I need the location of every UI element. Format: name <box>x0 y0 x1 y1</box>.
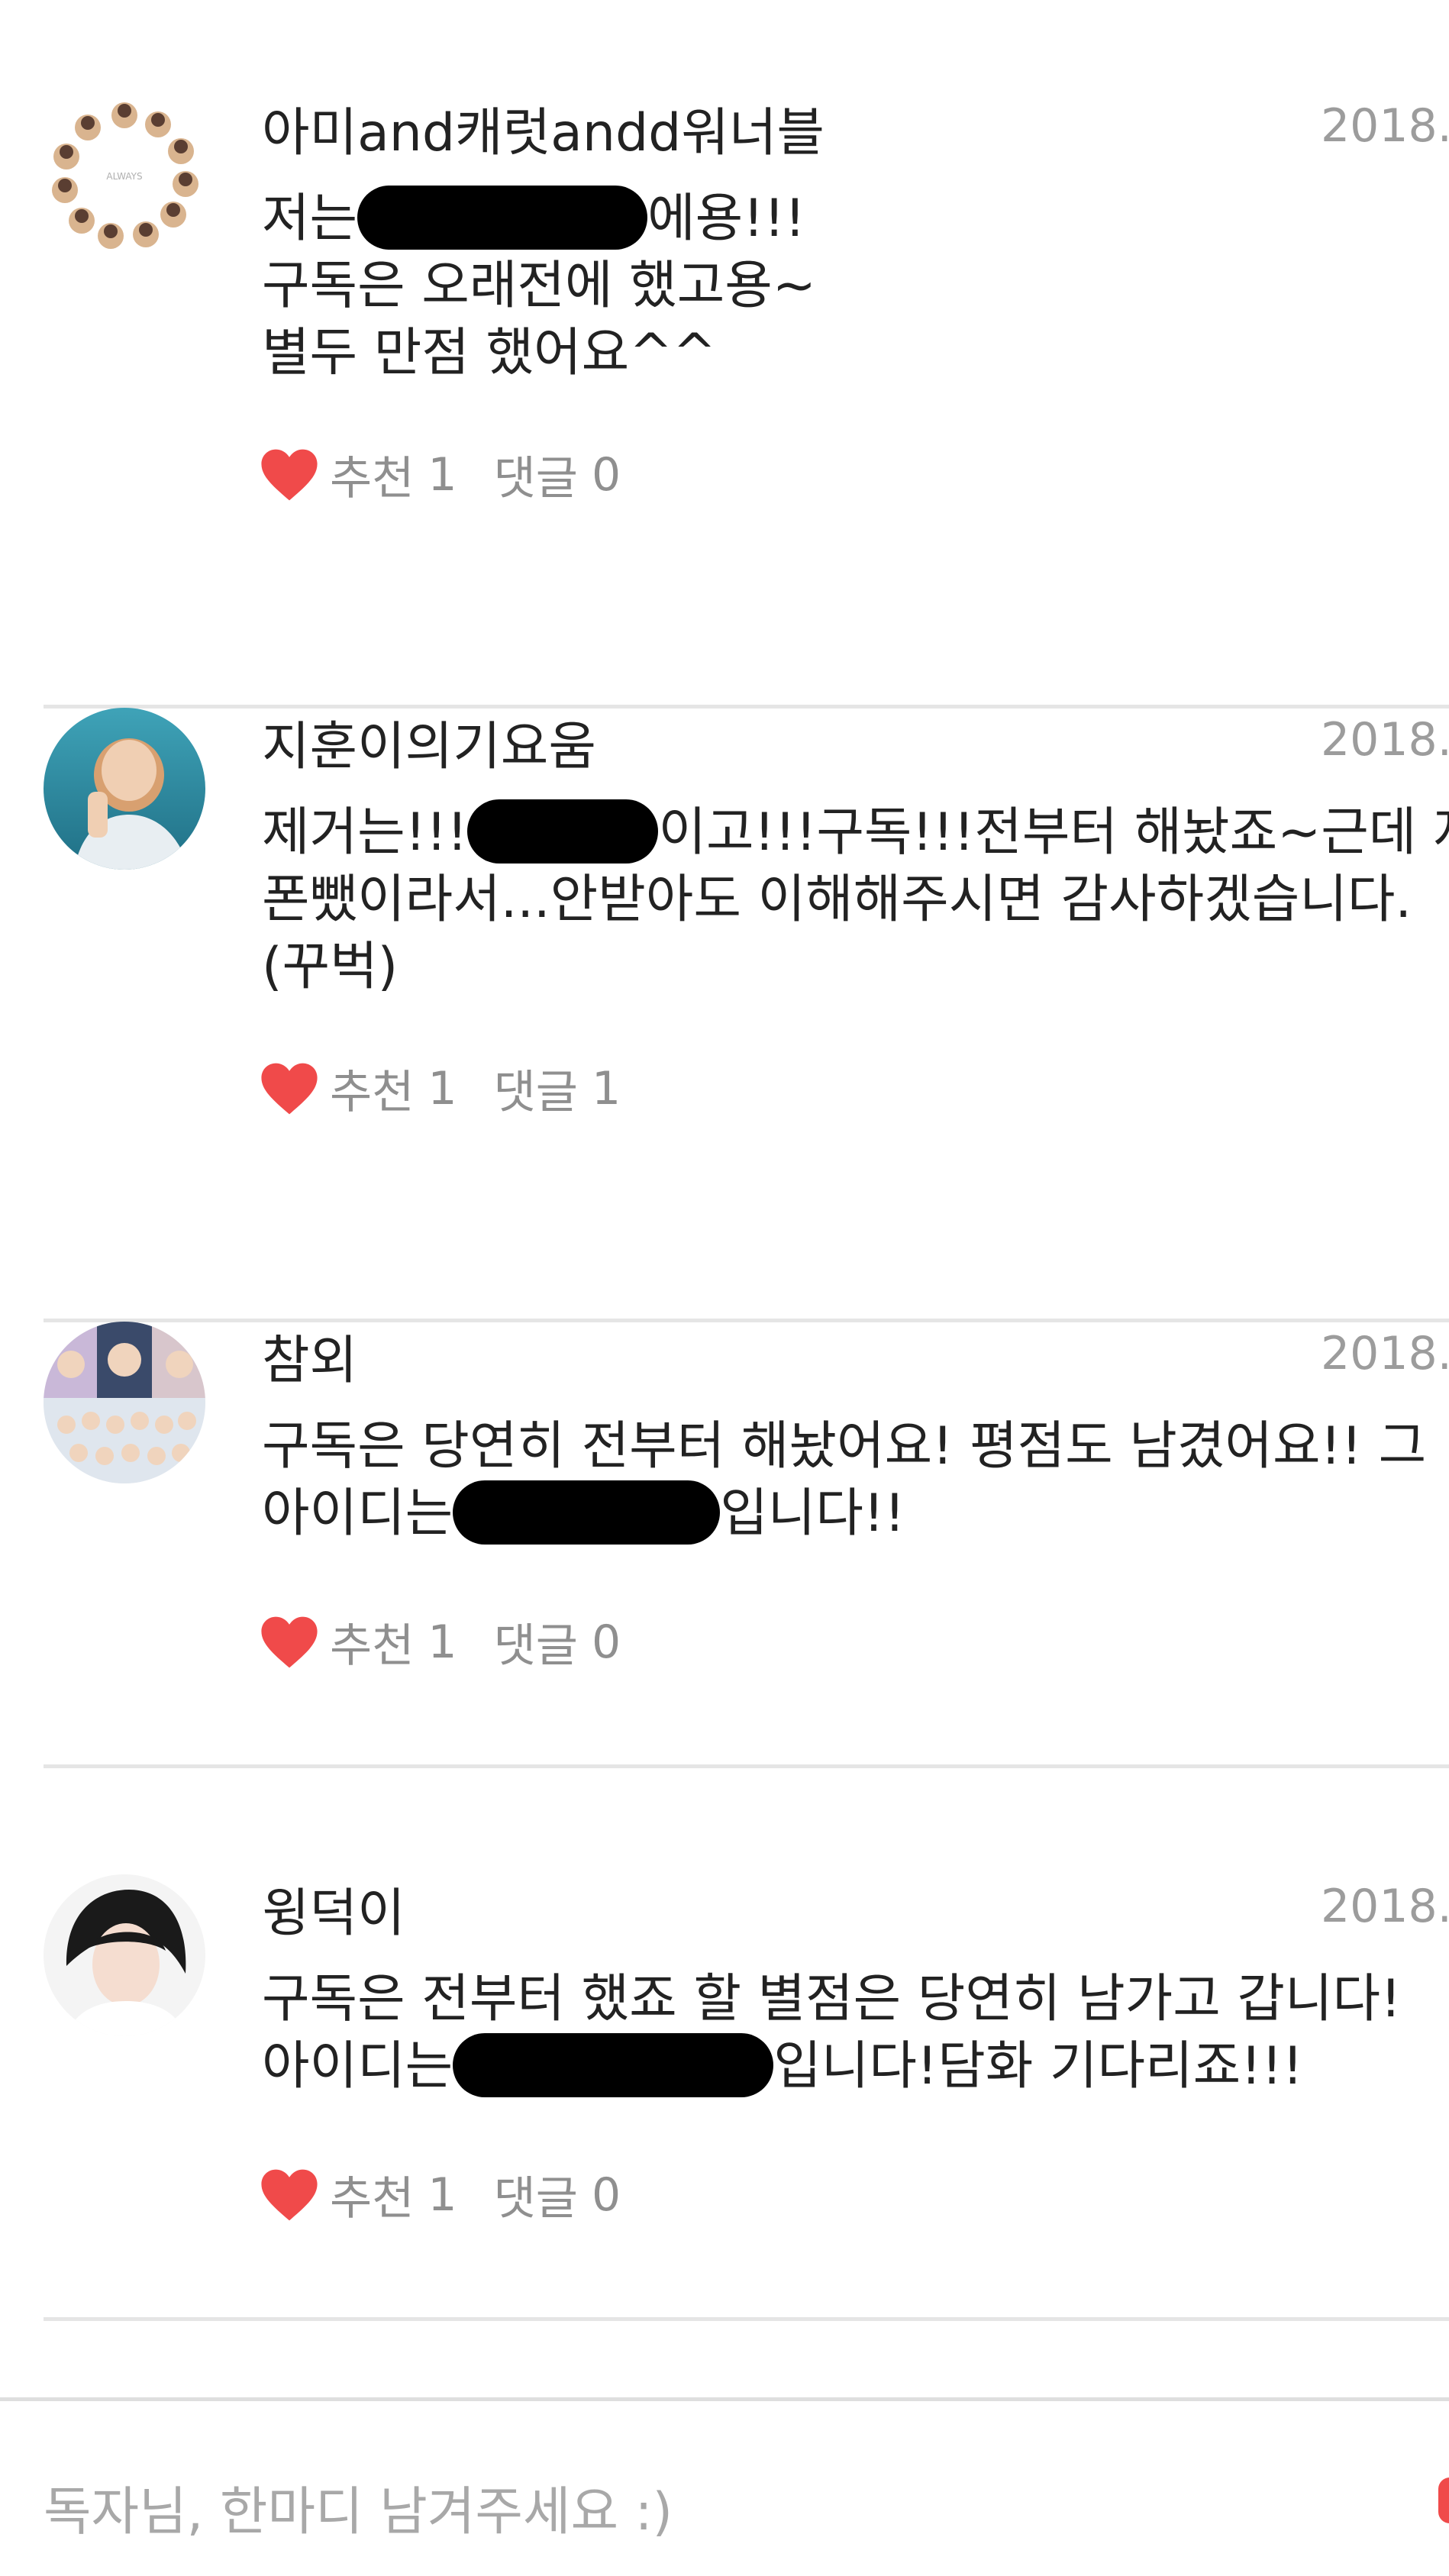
heart-icon[interactable] <box>260 448 319 502</box>
comment-actions: 추천 1 댓글 0 <box>260 1609 621 1675</box>
comment-line: 저는 에용!!! <box>262 186 816 253</box>
redacted-text <box>357 186 648 250</box>
reply-count: 1 <box>592 1061 621 1115</box>
comment-item: ALWAYS 아미and캐럿andd워너블 2018.0 저는에용!!! 구독은… <box>0 94 1449 709</box>
reply-label[interactable]: 댓글 <box>494 2161 578 2228</box>
comment-username[interactable]: 참외 <box>262 1335 357 1387</box>
redacted-text <box>467 799 659 864</box>
divider <box>44 2317 1449 2321</box>
comment-line: 아이디는 입니다!담화 기다리죠!!! <box>262 2033 1401 2100</box>
comment-line: 구독은 오래전에 했고용~ <box>262 256 816 316</box>
redacted-text <box>453 2033 774 2098</box>
user-avatar[interactable]: ALWAYS <box>44 94 205 256</box>
comment-date: 2018.0 <box>1321 713 1449 767</box>
like-count: 1 <box>428 447 457 502</box>
comment-item: 지훈이의기요움 2018.0 제거는!!!이고!!!구독!!!전부터 해놨죠~근… <box>0 708 1449 1322</box>
comment-line: 별두 만점 했어요^^ <box>262 323 717 383</box>
comment-actions: 추천 1 댓글 0 <box>260 441 621 508</box>
comment-line: 폰뺐이라서...안받아도 이해해주시면 감사하겠습니다. <box>262 870 1412 930</box>
comment-line: 구독은 전부터 했죠 할 별점은 당연히 남가고 갑니다! <box>262 1969 1402 2029</box>
heart-icon[interactable] <box>260 1616 319 1669</box>
comment-username[interactable]: 윙덕이 <box>262 1888 405 1940</box>
heart-icon[interactable] <box>260 1062 319 1115</box>
avatar-image: ALWAYS <box>44 94 205 256</box>
svg-text:ALWAYS: ALWAYS <box>106 171 142 182</box>
reply-label[interactable]: 댓글 <box>494 1055 578 1122</box>
redacted-text <box>453 1480 721 1545</box>
comment-input[interactable] <box>44 2478 1402 2546</box>
comment-actions: 추천 1 댓글 1 <box>260 1055 621 1122</box>
comment-body: 제거는!!! 이고!!!구독!!!전부터 해놨죠~근데 저 폰뺐이라서...안받아… <box>262 799 1449 1001</box>
comment-body: 구독은 전부터 했죠 할 별점은 당연히 남가고 갑니다! 아이디는 입니다!담화… <box>262 1966 1401 2100</box>
like-count: 1 <box>428 1615 457 1669</box>
comment-line: (꾸벅) <box>262 937 399 997</box>
avatar-image <box>44 708 205 870</box>
user-avatar[interactable] <box>44 1322 205 1483</box>
heart-icon[interactable] <box>260 2168 319 2222</box>
reply-count: 0 <box>592 2168 621 2222</box>
comment-username[interactable]: 아미and캐럿andd워너블 <box>262 108 825 160</box>
comment-line: 구독은 당연히 전부터 해놨어요! 평점도 남겼어요!! 그 <box>262 1416 1427 1477</box>
comment-date: 2018.0 <box>1321 99 1449 153</box>
reply-label[interactable]: 댓글 <box>494 1609 578 1675</box>
comment-item: 윙덕이 2018.0 구독은 전부터 했죠 할 별점은 당연히 남가고 갑니다!… <box>0 1874 1449 2488</box>
comment-line: 제거는!!! 이고!!!구독!!!전부터 해놨죠~근데 저 <box>262 799 1449 867</box>
comment-actions: 추천 1 댓글 0 <box>260 2161 621 2228</box>
like-label[interactable]: 추천 <box>330 1609 414 1675</box>
avatar-image <box>44 1322 205 1483</box>
comment-item: 참외 2018.0 구독은 당연히 전부터 해놨어요! 평점도 남겼어요!! 그… <box>0 1322 1449 1935</box>
like-count: 1 <box>428 2168 457 2222</box>
avatar-image <box>44 1874 205 2036</box>
like-label[interactable]: 추천 <box>330 2161 414 2228</box>
reply-count: 0 <box>592 447 621 502</box>
comment-body: 저는 에용!!! 구독은 오래전에 했고용~ 별두 만점 했어요^^ <box>262 186 816 387</box>
user-avatar[interactable] <box>44 1874 205 2036</box>
send-icon[interactable] <box>1438 2478 1449 2523</box>
comment-input-bar <box>0 2397 1449 2576</box>
like-label[interactable]: 추천 <box>330 1055 414 1122</box>
reply-label[interactable]: 댓글 <box>494 441 578 508</box>
divider <box>44 1764 1449 1768</box>
comment-page: ALWAYS 아미and캐럿andd워너블 2018.0 저는에용!!! 구독은… <box>0 0 1449 2576</box>
comment-username[interactable]: 지훈이의기요움 <box>262 721 596 773</box>
user-avatar[interactable] <box>44 708 205 870</box>
comment-body: 구독은 당연히 전부터 해놨어요! 평점도 남겼어요!! 그 아이디는 입니다!! <box>262 1413 1426 1548</box>
comment-date: 2018.0 <box>1321 1327 1449 1380</box>
like-count: 1 <box>428 1061 457 1115</box>
comment-date: 2018.0 <box>1321 1880 1449 1933</box>
comment-line: 아이디는 입니다!! <box>262 1480 1426 1548</box>
like-label[interactable]: 추천 <box>330 441 414 508</box>
reply-count: 0 <box>592 1615 621 1669</box>
